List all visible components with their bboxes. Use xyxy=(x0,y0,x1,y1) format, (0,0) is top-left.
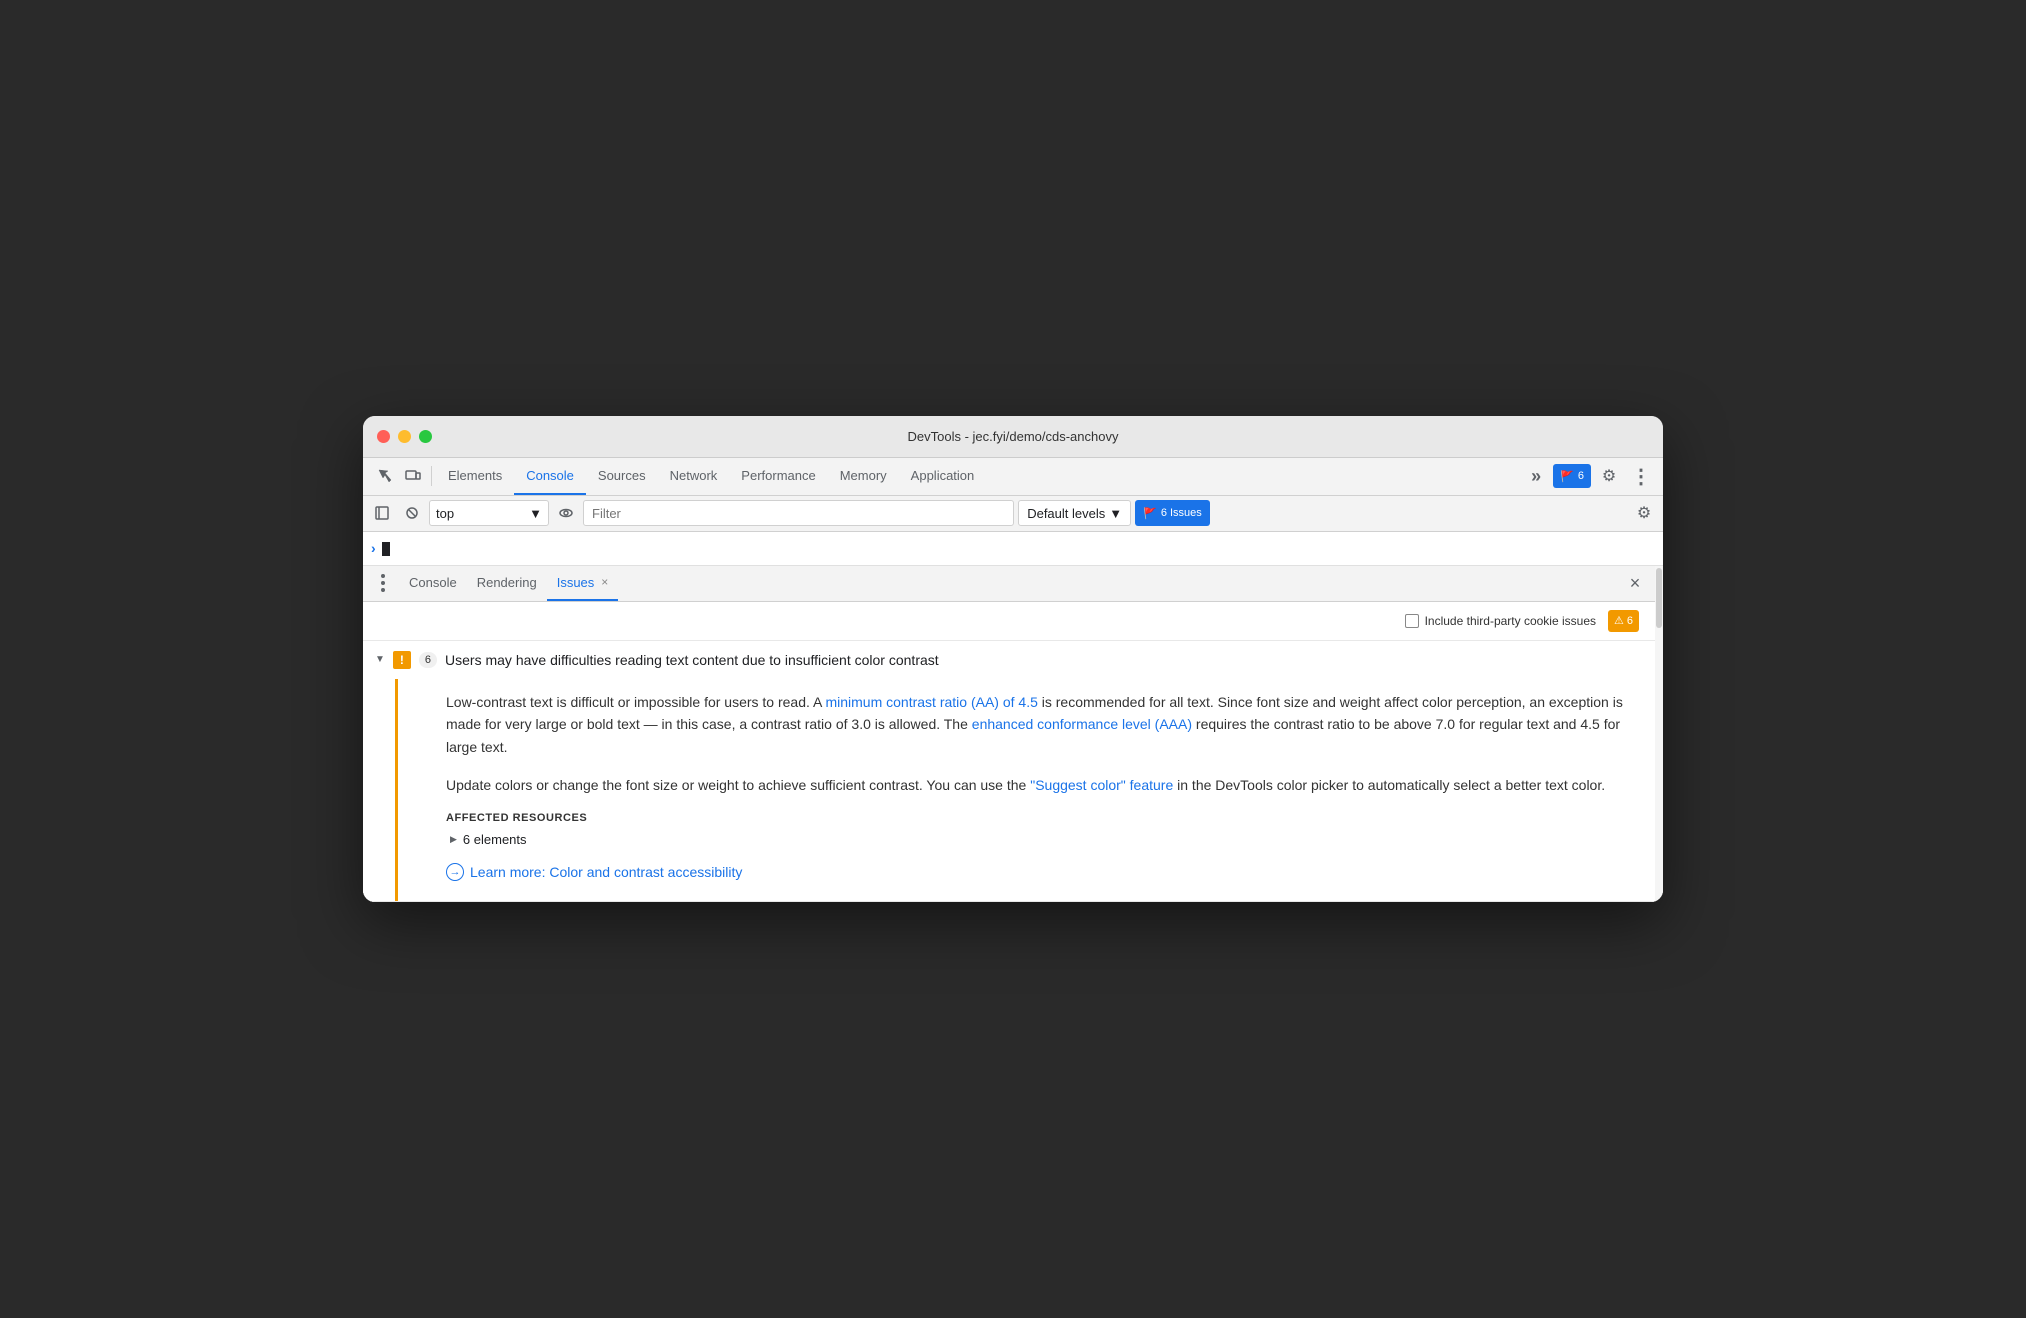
issue-description-2: Update colors or change the font size or… xyxy=(446,774,1635,796)
third-party-label: Include third-party cookie issues xyxy=(1425,614,1596,628)
link-aaa-conformance[interactable]: enhanced conformance level (AAA) xyxy=(972,716,1192,732)
issues-panel: Include third-party cookie issues ⚠ 6 ▼ … xyxy=(363,602,1655,903)
issues-tab-close-icon[interactable]: × xyxy=(601,575,608,589)
tab-console[interactable]: Console xyxy=(514,458,586,495)
scrollbar[interactable] xyxy=(1655,566,1663,903)
window-title: DevTools - jec.fyi/demo/cds-anchovy xyxy=(908,429,1119,444)
drawer-tab-rendering[interactable]: Rendering xyxy=(467,566,547,601)
drawer-rendering-label: Rendering xyxy=(477,575,537,590)
link-aa-ratio[interactable]: minimum contrast ratio (AA) of 4.5 xyxy=(825,694,1037,710)
dropdown-arrow-icon: ▼ xyxy=(529,506,542,521)
more-tabs-button[interactable]: » xyxy=(1523,463,1549,489)
tab-elements[interactable]: Elements xyxy=(436,458,514,495)
console-toolbar: top ▼ Default levels ▼ 🚩 6 Issues ⚙ xyxy=(363,496,1663,532)
console-input[interactable] xyxy=(382,540,390,556)
devtools-panel: Elements Console Sources Network Perform… xyxy=(363,458,1663,903)
clear-console-icon[interactable] xyxy=(399,500,425,526)
desc2-text-end: in the DevTools color picker to automati… xyxy=(1173,777,1605,793)
issues-badge-count: 6 xyxy=(1578,470,1584,482)
devtools-window: DevTools - jec.fyi/demo/cds-anchovy Elem… xyxy=(363,416,1663,903)
dot2 xyxy=(381,581,385,585)
title-bar: DevTools - jec.fyi/demo/cds-anchovy xyxy=(363,416,1663,458)
drawer-tab-console[interactable]: Console xyxy=(399,566,467,601)
issue-body: Low-contrast text is difficult or imposs… xyxy=(395,679,1655,902)
levels-arrow-icon: ▼ xyxy=(1109,506,1122,521)
elements-toggle[interactable]: ▶ 6 elements xyxy=(450,832,1635,847)
expand-chevron-icon[interactable]: ▼ xyxy=(375,654,385,665)
tab-performance[interactable]: Performance xyxy=(729,458,827,495)
learn-more-circle-icon: → xyxy=(446,863,464,881)
issue-group: ▼ ! 6 Users may have difficulties readin… xyxy=(363,641,1655,903)
main-tabs: Elements Console Sources Network Perform… xyxy=(436,458,1523,495)
drawer-tabs-bar: Console Rendering Issues × × xyxy=(363,566,1655,602)
drawer-close-button[interactable]: × xyxy=(1623,571,1647,595)
drawer-menu-button[interactable] xyxy=(371,571,395,595)
third-party-bar: Include third-party cookie issues ⚠ 6 xyxy=(363,602,1655,641)
inspect-icon[interactable] xyxy=(371,462,399,490)
tab-sources[interactable]: Sources xyxy=(586,458,658,495)
elements-count-label: 6 elements xyxy=(463,832,527,847)
arrow-right-icon: → xyxy=(450,866,461,878)
issues-count-text: 6 Issues xyxy=(1161,507,1202,519)
minimize-button[interactable] xyxy=(398,430,411,443)
warning-flag-icon: ⚠ xyxy=(1614,614,1624,627)
learn-more-link[interactable]: → Learn more: Color and contrast accessi… xyxy=(446,863,1635,881)
dot1 xyxy=(381,574,385,578)
warning-icon: ! xyxy=(393,651,411,669)
issues-warning-badge: ⚠ 6 xyxy=(1608,610,1639,632)
issue-title: Users may have difficulties reading text… xyxy=(445,652,939,668)
more-options-button[interactable]: ⋮ xyxy=(1627,462,1655,490)
bottom-drawer: Console Rendering Issues × × xyxy=(363,566,1655,903)
prompt-icon: › xyxy=(371,540,376,556)
link-suggest-color[interactable]: "Suggest color" feature xyxy=(1030,777,1173,793)
console-settings-icon[interactable]: ⚙ xyxy=(1631,500,1657,526)
maximize-button[interactable] xyxy=(419,430,432,443)
drawer-console-label: Console xyxy=(409,575,457,590)
issues-flag-icon: 🚩 xyxy=(1143,507,1157,520)
learn-more-text: Learn more: Color and contrast accessibi… xyxy=(470,864,742,880)
issue-header[interactable]: ▼ ! 6 Users may have difficulties readin… xyxy=(363,641,1655,679)
desc2-text-1: Update colors or change the font size or… xyxy=(446,777,1030,793)
eye-icon[interactable] xyxy=(553,500,579,526)
top-toolbar: Elements Console Sources Network Perform… xyxy=(363,458,1663,496)
sidebar-toggle-icon[interactable] xyxy=(369,500,395,526)
issue-count-badge: 6 xyxy=(419,652,437,668)
drawer-tab-issues[interactable]: Issues × xyxy=(547,566,619,601)
filter-input[interactable] xyxy=(583,500,1014,526)
desc-text-1: Low-contrast text is difficult or imposs… xyxy=(446,694,825,710)
elements-toggle-arrow-icon: ▶ xyxy=(450,834,457,845)
affected-resources-label: AFFECTED RESOURCES xyxy=(446,812,1635,824)
levels-label: Default levels xyxy=(1027,506,1105,521)
traffic-lights xyxy=(377,430,432,443)
console-command-line[interactable]: › xyxy=(363,532,1663,566)
settings-button[interactable]: ⚙ xyxy=(1595,462,1623,490)
issues-warning-count: 6 xyxy=(1627,615,1633,627)
dot3 xyxy=(381,588,385,592)
toolbar-right: » 🚩 6 ⚙ ⋮ xyxy=(1523,462,1655,490)
context-selector[interactable]: top ▼ xyxy=(429,500,549,526)
scrollbar-thumb[interactable] xyxy=(1656,568,1662,628)
tab-network[interactable]: Network xyxy=(658,458,730,495)
issue-description-1: Low-contrast text is difficult or imposs… xyxy=(446,691,1635,758)
drawer-issues-label: Issues xyxy=(557,575,595,590)
context-value: top xyxy=(436,506,454,521)
tab-application[interactable]: Application xyxy=(899,458,987,495)
tab-memory[interactable]: Memory xyxy=(828,458,899,495)
log-levels-selector[interactable]: Default levels ▼ xyxy=(1018,500,1131,526)
main-content-area: Console Rendering Issues × × xyxy=(363,566,1663,903)
third-party-checkbox[interactable] xyxy=(1405,614,1419,628)
issues-badge-button[interactable]: 🚩 6 xyxy=(1553,464,1591,488)
issues-count-badge[interactable]: 🚩 6 Issues xyxy=(1135,500,1210,526)
toolbar-divider xyxy=(431,466,432,486)
device-toggle-icon[interactable] xyxy=(399,462,427,490)
issues-badge-icon: 🚩 xyxy=(1560,470,1574,483)
close-button[interactable] xyxy=(377,430,390,443)
